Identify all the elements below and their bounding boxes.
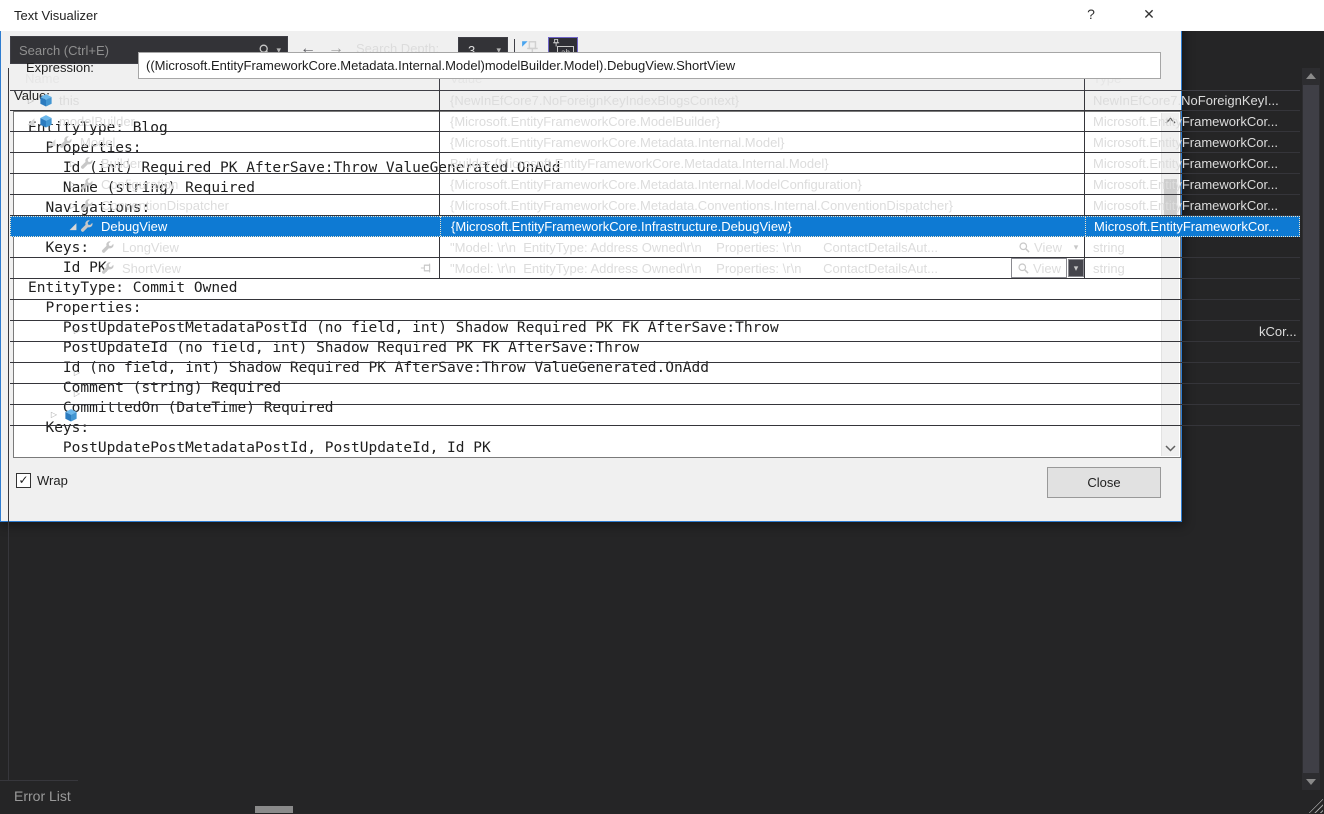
variable-type: Microsoft.EntityFrameworkCor... (1085, 174, 1300, 194)
locals-row-modelBuilder[interactable]: ◢ modelBuilder {Microsoft.EntityFrameworkC… (10, 111, 1300, 132)
locals-row-partial[interactable] (10, 279, 1300, 300)
view-button-label: View (1034, 240, 1062, 255)
expander-collapsed-icon[interactable]: ▷ (66, 159, 80, 168)
scrollbar-thumb[interactable] (1303, 85, 1319, 773)
property-icon (101, 261, 118, 276)
view-button-label: View (1033, 261, 1061, 276)
pin-to-source-button[interactable] (420, 261, 434, 275)
locals-vertical-scrollbar[interactable] (1302, 68, 1320, 790)
locals-row-ShortView[interactable]: ShortView "Model: \r\n EntityType: Addres… (10, 258, 1300, 279)
locals-row-DebugView[interactable]: ◢ DebugView {Microsoft.EntityFrameworkCore… (10, 216, 1300, 237)
expander-expanded-icon[interactable]: ◢ (66, 221, 80, 232)
variable-type: Microsoft.EntityFrameworkCor... (1085, 195, 1300, 215)
object-icon (38, 93, 54, 108)
property-icon (80, 156, 97, 171)
property-wrench-icon (80, 156, 94, 170)
property-icon (80, 219, 97, 234)
variable-value: {Microsoft.EntityFrameworkCore.Metadata.… (450, 198, 1084, 213)
property-icon (80, 177, 97, 192)
variable-value: Builder {Microsoft.EntityFrameworkCore.M… (450, 156, 1084, 171)
expander-collapsed-icon[interactable]: ▷ (66, 201, 80, 210)
variable-value: {Microsoft.EntityFrameworkCore.Metadata.… (450, 177, 1084, 192)
locals-row-this[interactable]: ▷ this {NewInEfCore7.NoForeignKeyIndexBlog… (10, 90, 1300, 111)
view-dropdown-caret-icon[interactable]: ▾ (1068, 238, 1084, 256)
variable-type: Microsoft.EntityFrameworkCor... (1085, 216, 1300, 236)
property-icon (59, 135, 76, 150)
variable-name: ShortView (122, 261, 181, 276)
locals-row-LongView[interactable]: LongView "Model: \r\n EntityType: Address… (10, 237, 1300, 258)
variable-value: "Model: \r\n EntityType: Address Owned\r… (450, 240, 1012, 255)
expander-expanded-icon[interactable]: ◢ (45, 137, 59, 148)
locals-row-partial[interactable]: ▷ (10, 363, 1300, 384)
locals-row-partial[interactable] (10, 342, 1300, 363)
locals-row-Builder[interactable]: ▷ Builder Builder {Microsoft.EntityFramewo… (10, 153, 1300, 174)
variable-type: Microsoft.EntityFrameworkCor... (1085, 132, 1300, 152)
locals-row-ConventionDispatcher[interactable]: ▷ ConventionDispatcher {Microsoft.EntityFr… (10, 195, 1300, 216)
locals-row-Configuration[interactable]: ▷ Configuration {Microsoft.EntityFramework… (10, 174, 1300, 195)
variable-value: {NewInEfCore7.NoForeignKeyIndexBlogsCont… (450, 93, 1084, 108)
variable-value: {Microsoft.EntityFrameworkCore.ModelBuil… (450, 114, 1084, 129)
object-icon (38, 93, 55, 108)
variable-value: "Model: \r\n EntityType: Address Owned\r… (450, 261, 1011, 276)
expander-collapsed-icon[interactable]: ▷ (66, 180, 80, 189)
variable-name: modelBuilder (59, 114, 135, 129)
object-icon (38, 114, 54, 129)
locals-row-Model[interactable]: ◢ Model {Microsoft.EntityFrameworkCore.Met… (10, 132, 1300, 153)
property-wrench-icon (80, 198, 94, 212)
scroll-up-icon[interactable] (1306, 73, 1316, 79)
expander-collapsed-icon[interactable]: ▷ (47, 410, 61, 419)
expander-collapsed-icon[interactable]: ▷ (70, 326, 84, 335)
object-icon (63, 408, 80, 423)
object-icon (38, 114, 55, 129)
variable-name: Configuration (101, 177, 178, 192)
property-wrench-icon (101, 261, 115, 275)
background-scrollbar-fragment (255, 806, 293, 813)
variable-name: ConventionDispatcher (101, 198, 229, 213)
variable-value: {Microsoft.EntityFrameworkCore.Infrastru… (451, 219, 1084, 234)
view-dropdown-caret-icon[interactable]: ▾ (1068, 259, 1084, 277)
pin-to-source-icon (420, 261, 434, 275)
expander-collapsed-icon[interactable]: ▷ (70, 368, 84, 377)
variable-name: this (59, 93, 79, 108)
variable-name: DebugView (101, 219, 167, 234)
magnifier-icon (1018, 241, 1031, 254)
property-wrench-icon (80, 219, 94, 233)
variable-name: Model (80, 135, 115, 150)
object-icon (63, 408, 79, 423)
variable-name: Builder (101, 156, 141, 171)
locals-row-partial[interactable]: ▷ (10, 384, 1300, 405)
variable-type: string (1085, 258, 1300, 278)
property-wrench-icon (80, 177, 94, 191)
locals-tool-window: Locals ▾ ✕ ▾ ← → Search Depth: 3 ▾ (0, 0, 1324, 814)
view-visualizer-button[interactable]: View ▾ (1012, 237, 1084, 257)
variable-type: Microsoft.EntityFrameworkCor... (1085, 111, 1300, 131)
magnifier-icon (1017, 262, 1030, 275)
variable-type-fragment: kCor... (1259, 324, 1297, 339)
property-icon (80, 198, 97, 213)
locals-rows: ▷ this {NewInEfCore7.NoForeignKeyIndexBlog… (0, 0, 1324, 814)
variable-type: Microsoft.EntityFrameworkCor... (1085, 153, 1300, 173)
view-visualizer-button[interactable]: View ▾ (1011, 258, 1084, 278)
locals-row-partial[interactable]: ▷ kCor... (10, 321, 1300, 342)
property-icon (101, 240, 118, 255)
expander-collapsed-icon[interactable]: ▷ (70, 389, 84, 398)
property-wrench-icon (59, 135, 73, 149)
expander-collapsed-icon[interactable]: ▷ (24, 96, 38, 105)
variable-type: string (1085, 237, 1300, 257)
variable-type: NewInEfCore7.NoForeignKeyI... (1085, 90, 1300, 110)
property-wrench-icon (101, 240, 115, 254)
locals-row-partial[interactable]: ▷ (10, 405, 1300, 426)
expander-expanded-icon[interactable]: ◢ (24, 116, 38, 127)
variable-value: {Microsoft.EntityFrameworkCore.Metadata.… (450, 135, 1084, 150)
variable-name: LongView (122, 240, 179, 255)
locals-row-partial[interactable] (10, 300, 1300, 321)
scroll-down-icon[interactable] (1306, 779, 1316, 785)
